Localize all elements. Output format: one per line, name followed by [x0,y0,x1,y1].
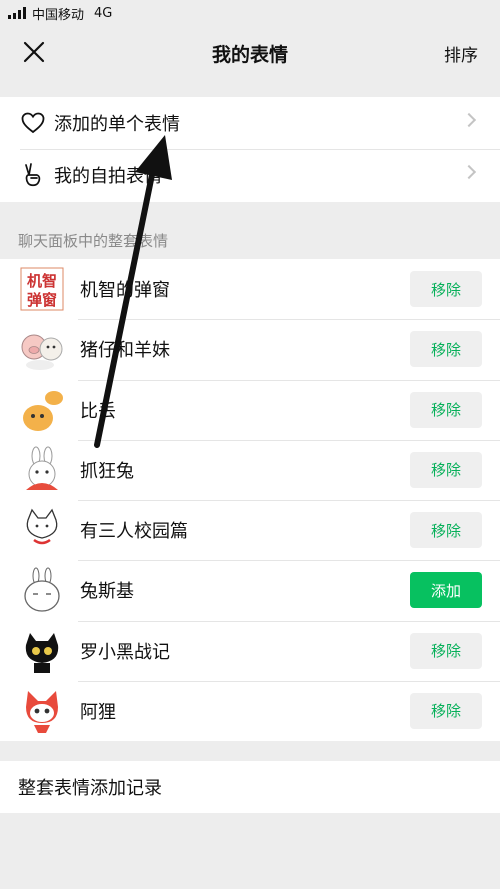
selfie-stickers-row[interactable]: 我的自拍表情 [0,149,500,201]
add-history-group: 整套表情添加记录 [0,761,500,813]
chevron-right-icon [461,164,477,180]
selfie-stickers-label: 我的自拍表情 [54,166,162,187]
list-item: 猪仔和羊妹 移除 [0,319,500,379]
remove-button[interactable]: 移除 [410,512,482,548]
pack-name: 猪仔和羊妹 [80,340,170,362]
list-item: 罗小黑战记 移除 [0,620,500,681]
peace-hand-icon [20,162,46,188]
remove-button[interactable]: 移除 [410,692,482,729]
list-item: 阿狸 移除 [0,680,500,741]
close-icon[interactable] [20,38,48,66]
cat-thumbnail [18,506,66,554]
tuzki-thumbnail [18,566,66,614]
pack-name: 抓狂兔 [80,460,134,482]
section-header: 聊天面板中的整套表情 [18,232,169,250]
sticker-pack-list: 机智 弹窗 机智的弹窗 移除 猪仔和羊妹 移除 比丢 移除 抓狂兔 移除 有三人… [0,259,500,741]
remove-button[interactable]: 移除 [410,331,482,368]
remove-button[interactable]: 移除 [410,632,482,669]
carrier-name: 中国移动 [32,7,85,23]
thumb-text-line-2: 弹窗 [27,291,57,309]
black-cat-thumbnail [18,627,66,675]
pig-sheep-thumbnail [18,325,66,373]
list-item: 有三人校园篇 移除 [0,500,500,560]
pack-name: 机智的弹窗 [80,280,170,302]
nav-bar: 我的表情 排序 [0,26,500,80]
top-settings-group: 添加的单个表情 我的自拍表情 [0,97,500,202]
remove-button[interactable]: 移除 [410,451,482,488]
list-item: 抓狂兔 移除 [0,439,500,500]
signal-icon [8,7,26,19]
single-stickers-label: 添加的单个表情 [54,114,180,135]
rabbit-thumbnail [18,446,66,494]
bidiu-thumbnail [18,386,66,434]
pack-name: 比丢 [80,400,116,422]
status-bar: 中国移动 4G [0,0,500,26]
remove-button[interactable]: 移除 [410,271,482,307]
chevron-right-icon [461,112,477,128]
add-history-row[interactable]: 整套表情添加记录 [0,761,500,813]
pack-name: 兔斯基 [80,581,134,603]
pack-name: 有三人校园篇 [80,521,188,543]
list-item: 兔斯基 添加 [0,560,500,620]
heart-outline-icon [20,110,46,136]
ali-fox-thumbnail [18,687,66,735]
pack-name: 罗小黑战记 [80,641,170,663]
thumb-text-line-1: 机智 [27,272,57,290]
list-item: 比丢 移除 [0,379,500,440]
add-button[interactable]: 添加 [410,572,482,609]
page-title: 我的表情 [211,43,288,66]
sort-button[interactable]: 排序 [444,41,478,66]
pack-thumbnail: 机智 弹窗 [18,265,66,313]
list-item: 机智 弹窗 机智的弹窗 移除 [0,259,500,319]
network-type: 4G [94,5,113,21]
single-stickers-row[interactable]: 添加的单个表情 [0,97,500,149]
pack-name: 阿狸 [80,701,116,723]
remove-button[interactable]: 移除 [410,391,482,428]
